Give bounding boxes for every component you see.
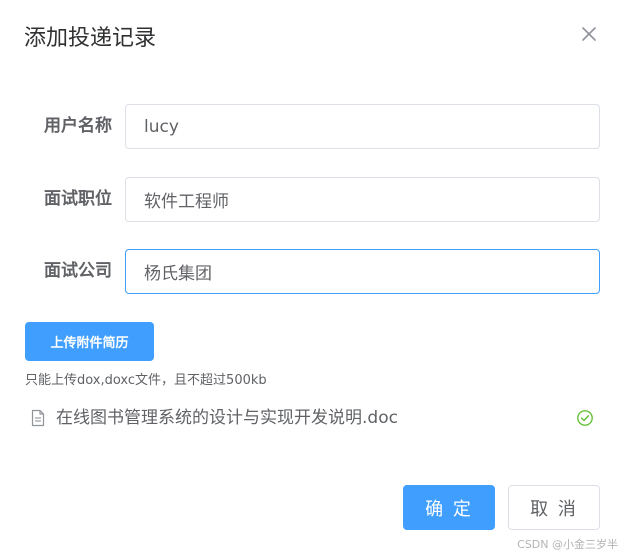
close-button[interactable] [578,23,600,45]
add-record-dialog: 添加投递记录 用户名称 面试职位 面试公司 上传附件简历 只能上传dox,dox… [0,0,624,556]
company-input[interactable] [125,249,600,294]
username-label: 用户名称 [44,116,112,136]
success-check-icon [577,410,593,426]
cancel-button[interactable]: 取 消 [508,485,600,530]
company-label: 面试公司 [44,261,112,281]
form-row-position: 面试职位 [0,177,624,223]
uploaded-file-name: 在线图书管理系统的设计与实现开发说明.doc [56,408,398,428]
form-row-username: 用户名称 [0,104,624,150]
position-label: 面试职位 [44,189,112,209]
watermark: CSDN @小金三岁半 [517,538,618,551]
confirm-button[interactable]: 确 定 [403,485,495,530]
position-input[interactable] [125,177,600,222]
username-input[interactable] [125,104,600,149]
dialog-title: 添加投递记录 [24,26,157,51]
document-icon [31,409,45,427]
upload-resume-button[interactable]: 上传附件简历 [25,322,154,361]
close-icon[interactable] [578,23,600,45]
uploaded-file-item[interactable]: 在线图书管理系统的设计与实现开发说明.doc [24,404,600,432]
form-row-company: 面试公司 [0,249,624,295]
upload-tip: 只能上传dox,doxc文件，且不超过500kb [25,373,267,388]
